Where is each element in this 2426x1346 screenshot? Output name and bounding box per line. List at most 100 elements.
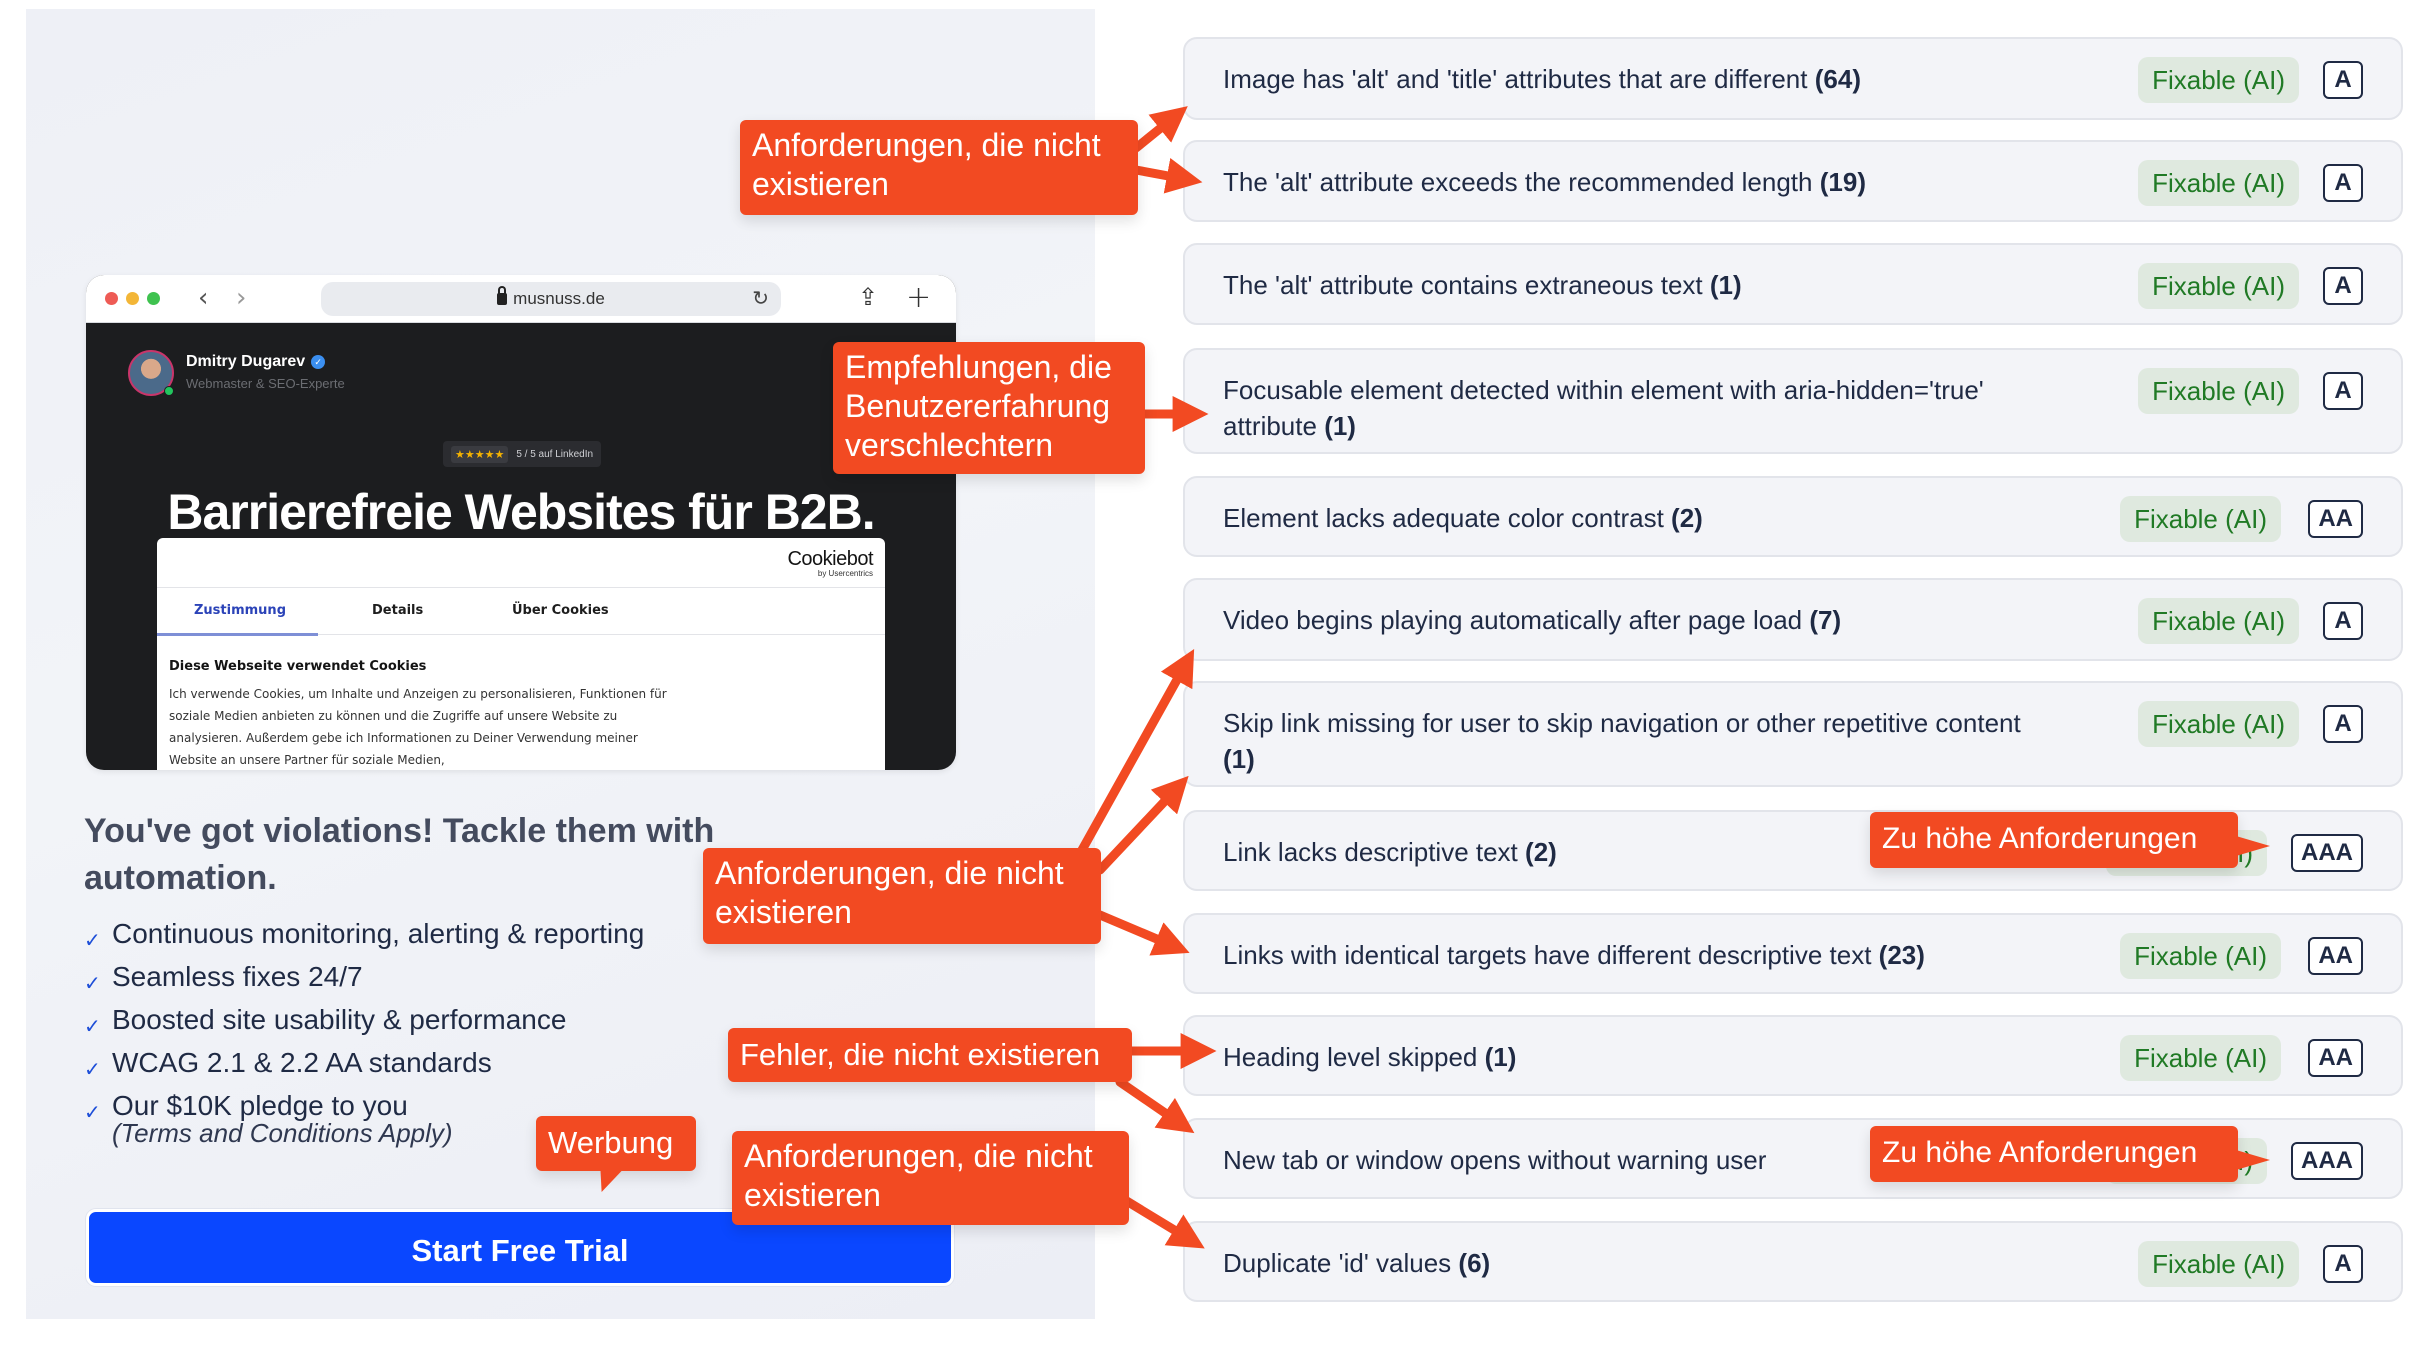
violation-count: (64) bbox=[1814, 64, 1861, 94]
verified-icon: ✓ bbox=[311, 355, 326, 369]
author-role: Webmaster & SEO-Experte bbox=[186, 376, 345, 391]
violation-count: (1) bbox=[1484, 1042, 1517, 1072]
cookie-tabs: Zustimmung Details Über Cookies bbox=[157, 588, 885, 636]
fixable-badge[interactable]: Fixable (AI) bbox=[2138, 263, 2299, 309]
check-icon: ✓ bbox=[84, 971, 101, 995]
fixable-badge[interactable]: Fixable (AI) bbox=[2120, 496, 2281, 542]
feature-item: ✓ Boosted site usability & performance bbox=[84, 1004, 567, 1038]
arrow bbox=[1131, 106, 1188, 153]
violation-count: (19) bbox=[1819, 167, 1866, 197]
tab-ueber-cookies[interactable]: Über Cookies bbox=[512, 603, 609, 618]
violation-title: The 'alt' attribute exceeds the recommen… bbox=[1223, 167, 1866, 197]
violation-row[interactable]: Image has 'alt' and 'title' attributes t… bbox=[1183, 37, 2403, 120]
feature-item: ✓ Continuous monitoring, alerting & repor… bbox=[84, 918, 645, 952]
cookie-heading: Diese Webseite verwendet Cookies bbox=[169, 659, 427, 674]
share-icon[interactable]: ⇪ bbox=[858, 283, 878, 311]
violation-row[interactable]: Video begins playing automatically after… bbox=[1183, 578, 2403, 661]
star-rating-icon: ★★★★★ bbox=[451, 445, 509, 463]
violation-row[interactable]: Focusable element detected within elemen… bbox=[1183, 348, 2403, 454]
violation-count: (1) bbox=[1223, 744, 1255, 774]
wcag-level-badge: AAA bbox=[2291, 1142, 2363, 1180]
wcag-level-badge: AA bbox=[2308, 937, 2363, 975]
fixable-badge[interactable]: Fixable (AI) bbox=[2138, 701, 2299, 747]
wcag-level-badge: AAA bbox=[2291, 834, 2363, 872]
check-icon: ✓ bbox=[84, 1057, 101, 1081]
wcag-level-badge: A bbox=[2323, 267, 2363, 305]
wcag-level-badge: A bbox=[2323, 1245, 2363, 1283]
minimize-dot-icon bbox=[126, 292, 139, 305]
tab-zustimmung[interactable]: Zustimmung bbox=[194, 603, 286, 618]
tab-details[interactable]: Details bbox=[372, 603, 423, 618]
violation-title: Duplicate 'id' values (6) bbox=[1223, 1248, 1491, 1278]
active-tab-indicator bbox=[157, 633, 318, 636]
lock-icon bbox=[497, 286, 508, 305]
back-chevron-icon[interactable]: ‹ bbox=[198, 284, 208, 312]
browser-toolbar: ‹ › musnuss.de ↻ ⇪ + bbox=[86, 275, 956, 323]
feature-item: ✓ Seamless fixes 24/7 bbox=[84, 961, 363, 995]
violation-count: (2) bbox=[1671, 503, 1703, 533]
violation-row[interactable]: Skip link missing for user to skip navig… bbox=[1183, 681, 2403, 787]
violation-title: Links with identical targets have differ… bbox=[1223, 940, 1925, 970]
fixable-badge[interactable]: Fixable (AI) bbox=[2138, 160, 2299, 206]
author-name: Dmitry Dugarev ✓ bbox=[186, 353, 326, 371]
violation-title: Focusable element detected within elemen… bbox=[1223, 375, 1984, 441]
violation-title: The 'alt' attribute contains extraneous … bbox=[1223, 270, 1742, 300]
fixable-badge[interactable]: Fixable (AI) bbox=[2138, 1241, 2299, 1287]
violation-row[interactable]: Links with identical targets have differ… bbox=[1183, 913, 2403, 994]
violation-count: (2) bbox=[1525, 837, 1557, 867]
hero-title: Barrierefreie Websites für B2B. bbox=[167, 484, 875, 540]
callout-too-high-requirements: Zu höhe Anforderungen bbox=[1870, 812, 2238, 868]
feature-item: ✓ WCAG 2.1 & 2.2 AA standards bbox=[84, 1047, 492, 1081]
callout-ux-worsening: Empfehlungen, die Benutzererfahrung vers… bbox=[833, 342, 1145, 474]
arrow bbox=[1077, 648, 1195, 855]
violation-row[interactable]: Duplicate 'id' values (6) A Fixable (AI) bbox=[1183, 1221, 2403, 1302]
violation-count: (23) bbox=[1878, 940, 1925, 970]
forward-chevron-icon[interactable]: › bbox=[236, 284, 246, 312]
rating-badge: ★★★★★ 5 / 5 auf LinkedIn bbox=[443, 441, 602, 467]
violation-count: (1) bbox=[1324, 411, 1356, 441]
violation-row[interactable]: The 'alt' attribute exceeds the recommen… bbox=[1183, 140, 2403, 222]
url-text: musnuss.de bbox=[513, 289, 605, 308]
arrow bbox=[1095, 775, 1189, 875]
browser-mockup: ‹ › musnuss.de ↻ ⇪ + Dmitry Dugarev ✓ Web… bbox=[86, 275, 956, 770]
fixable-badge[interactable]: Fixable (AI) bbox=[2138, 57, 2299, 103]
feature-list: ✓ Continuous monitoring, alerting & repor… bbox=[84, 918, 645, 1148]
wcag-level-badge: A bbox=[2323, 372, 2363, 410]
callout-nonexistent-requirements: Anforderungen, die nicht existieren bbox=[740, 120, 1138, 215]
callout-tail bbox=[2236, 1150, 2270, 1170]
online-status-icon bbox=[164, 386, 174, 396]
violation-title: Element lacks adequate color contrast (2… bbox=[1223, 503, 1703, 533]
callout-advertising: Werbung bbox=[536, 1116, 696, 1171]
callout-nonexistent-requirements: Anforderungen, die nicht existieren bbox=[732, 1131, 1129, 1225]
fixable-badge[interactable]: Fixable (AI) bbox=[2120, 1035, 2281, 1081]
wcag-level-badge: A bbox=[2323, 705, 2363, 743]
callout-nonexistent-requirements: Anforderungen, die nicht existieren bbox=[703, 848, 1101, 944]
violation-count: (6) bbox=[1458, 1248, 1491, 1278]
maximize-dot-icon bbox=[147, 292, 160, 305]
violation-row[interactable]: The 'alt' attribute contains extraneous … bbox=[1183, 243, 2403, 325]
wcag-level-badge: A bbox=[2323, 602, 2363, 640]
violation-title: Image has 'alt' and 'title' attributes t… bbox=[1223, 64, 1861, 94]
fixable-badge[interactable]: Fixable (AI) bbox=[2138, 598, 2299, 644]
violation-title: Video begins playing automatically after… bbox=[1223, 605, 1842, 635]
new-tab-icon[interactable]: + bbox=[906, 280, 931, 315]
wcag-level-badge: A bbox=[2323, 61, 2363, 99]
terms-note[interactable]: (Terms and Conditions Apply) bbox=[112, 1118, 453, 1149]
check-icon: ✓ bbox=[84, 1100, 101, 1124]
arrow bbox=[1131, 158, 1203, 194]
callout-tail bbox=[2236, 836, 2270, 856]
violation-title: Skip link missing for user to skip navig… bbox=[1223, 708, 2021, 774]
wcag-level-badge: A bbox=[2323, 164, 2363, 202]
fixable-badge[interactable]: Fixable (AI) bbox=[2120, 933, 2281, 979]
check-icon: ✓ bbox=[84, 1014, 101, 1038]
violation-row[interactable]: Heading level skipped (1) AA Fixable (AI) bbox=[1183, 1015, 2403, 1096]
address-bar[interactable]: musnuss.de ↻ bbox=[321, 282, 781, 316]
promo-heading: You've got violations! Tackle them with … bbox=[84, 812, 715, 897]
violation-row[interactable]: Element lacks adequate color contrast (2… bbox=[1183, 476, 2403, 557]
arrow bbox=[1115, 1077, 1195, 1134]
cookie-body: Ich verwende Cookies, um Inhalte und Anz… bbox=[169, 687, 667, 767]
violation-title: Heading level skipped (1) bbox=[1223, 1042, 1517, 1072]
fixable-badge[interactable]: Fixable (AI) bbox=[2138, 368, 2299, 414]
reload-icon[interactable]: ↻ bbox=[752, 286, 769, 310]
arrow bbox=[1095, 910, 1190, 956]
